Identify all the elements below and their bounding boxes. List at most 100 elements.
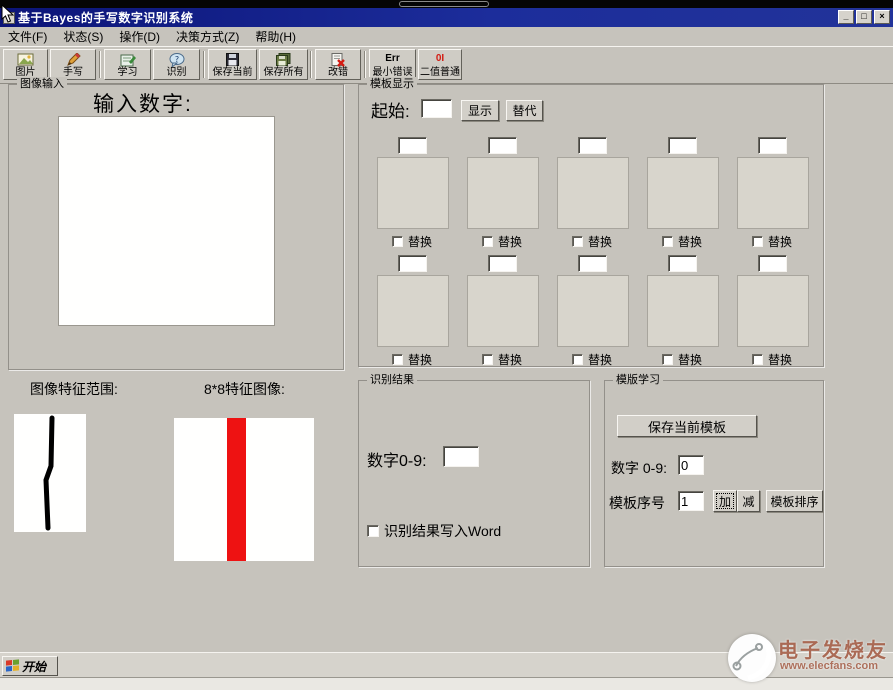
replace-checkbox-label: 替换: [408, 351, 432, 368]
recognize-button-label: 识别: [167, 67, 187, 78]
menu-decision[interactable]: 决策方式(Z): [172, 26, 247, 47]
replace-checkbox[interactable]: [662, 354, 673, 365]
template-image-box: [377, 275, 449, 347]
feature-range-label: 图像特征范围:: [30, 379, 118, 399]
template-index-input[interactable]: [398, 137, 427, 154]
replace-checkbox[interactable]: [752, 354, 763, 365]
start-index-input[interactable]: [421, 99, 452, 118]
save-template-button[interactable]: 保存当前模板: [617, 415, 757, 437]
substitute-button-label: 替代: [512, 102, 536, 119]
replace-checkbox[interactable]: [662, 236, 673, 247]
template-number-input[interactable]: [678, 491, 704, 511]
minimize-icon[interactable]: _: [838, 10, 854, 24]
window-title: 基于Bayes的手写数字识别系统: [18, 9, 193, 26]
binary-normal-button[interactable]: 0I 二值普通: [418, 49, 462, 80]
replace-checkbox-label: 替换: [498, 351, 522, 368]
template-image-box: [467, 157, 539, 229]
handwrite-button[interactable]: 手写: [50, 49, 96, 80]
template-image-box: [647, 157, 719, 229]
replace-checkbox-label: 替换: [498, 233, 522, 250]
template-image-box: [467, 275, 539, 347]
learn-digit-input[interactable]: [678, 455, 704, 475]
error-doc-icon: [331, 52, 346, 67]
menu-file[interactable]: 文件(F): [4, 26, 55, 47]
template-index-input[interactable]: [578, 255, 607, 272]
result-digit-input[interactable]: [443, 446, 479, 467]
recognize-button[interactable]: ? 识别: [153, 49, 200, 80]
learn-button[interactable]: 学习: [104, 49, 151, 80]
toolbar-separator: [310, 51, 312, 78]
app-window: 基于Bayes的手写数字识别系统 _ □ × 文件(F) 状态(S) 操作(D)…: [0, 8, 893, 652]
template-image-box: [557, 157, 629, 229]
write-word-checkbox-label: 识别结果写入Word: [384, 521, 501, 541]
template-cell: 替换: [557, 255, 629, 369]
write-word-checkbox[interactable]: [367, 525, 379, 537]
replace-checkbox[interactable]: [572, 354, 583, 365]
template-index-input[interactable]: [668, 255, 697, 272]
save-all-button-label: 保存所有: [264, 67, 304, 78]
increase-button[interactable]: 加: [713, 490, 737, 512]
template-cell: 替换: [647, 255, 719, 369]
replace-checkbox-label: 替换: [588, 233, 612, 250]
feature-image-preview: [174, 418, 314, 561]
template-image-box: [377, 157, 449, 229]
menu-operate[interactable]: 操作(D): [115, 26, 168, 47]
template-index-input[interactable]: [488, 255, 517, 272]
template-image-box: [557, 275, 629, 347]
start-button[interactable]: 开始: [2, 656, 58, 676]
template-cell: 替换: [377, 255, 449, 369]
show-button-label: 显示: [468, 102, 492, 119]
save-all-button[interactable]: 保存所有: [259, 49, 308, 80]
decrease-button[interactable]: 减: [737, 490, 760, 512]
replace-checkbox-label: 替换: [678, 351, 702, 368]
replace-checkbox-label: 替换: [408, 233, 432, 250]
fix-error-button-label: 改错: [328, 67, 348, 78]
menu-status[interactable]: 状态(S): [59, 26, 111, 47]
replace-checkbox-label: 替换: [768, 233, 792, 250]
screen: 基于Bayes的手写数字识别系统 _ □ × 文件(F) 状态(S) 操作(D)…: [0, 0, 893, 690]
menu-help[interactable]: 帮助(H): [251, 26, 304, 47]
show-button[interactable]: 显示: [461, 100, 499, 121]
toolbar: 图片 手写 学习 ? 识别: [0, 46, 893, 84]
template-index-input[interactable]: [488, 137, 517, 154]
replace-checkbox-label: 替换: [588, 351, 612, 368]
digit-drawing-canvas[interactable]: [58, 116, 275, 326]
template-image-box: [737, 157, 809, 229]
fix-error-button[interactable]: 改错: [315, 49, 361, 80]
save-current-button[interactable]: 保存当前: [208, 49, 257, 80]
windows-logo-icon: [6, 659, 19, 672]
video-top-handle: [399, 1, 489, 7]
sort-templates-button[interactable]: 模板排序: [766, 490, 823, 512]
replace-checkbox[interactable]: [482, 236, 493, 247]
min-error-button[interactable]: Err 最小错误: [369, 49, 416, 80]
template-cell: 替换: [557, 137, 629, 251]
template-cell: 替换: [647, 137, 719, 251]
sort-templates-button-label: 模板排序: [770, 493, 818, 510]
image-input-groupbox: 图像输入 输入数字:: [8, 84, 344, 370]
restore-icon[interactable]: □: [856, 10, 872, 24]
template-image-box: [647, 275, 719, 347]
feature-red-bar: [227, 418, 246, 561]
replace-checkbox[interactable]: [572, 236, 583, 247]
template-index-input[interactable]: [758, 137, 787, 154]
template-index-input[interactable]: [758, 255, 787, 272]
learn-digit-label: 数字 0-9:: [611, 458, 667, 478]
substitute-button[interactable]: 替代: [506, 100, 543, 121]
template-index-input[interactable]: [578, 137, 607, 154]
replace-checkbox[interactable]: [752, 236, 763, 247]
save-current-button-label: 保存当前: [213, 67, 253, 78]
mouse-cursor: [1, 4, 15, 24]
increase-button-label: 加: [719, 493, 731, 510]
recognition-result-group-label: 识别结果: [367, 373, 417, 387]
template-index-input[interactable]: [668, 137, 697, 154]
template-learning-group-label: 模版学习: [613, 373, 663, 387]
handwritten-stroke: [14, 414, 86, 532]
replace-checkbox[interactable]: [392, 354, 403, 365]
replace-checkbox[interactable]: [482, 354, 493, 365]
template-index-input[interactable]: [398, 255, 427, 272]
binary-text-icon: 0I: [436, 52, 444, 65]
picture-icon: [17, 52, 34, 67]
picture-button[interactable]: 图片: [3, 49, 48, 80]
replace-checkbox[interactable]: [392, 236, 403, 247]
close-icon[interactable]: ×: [874, 10, 890, 24]
